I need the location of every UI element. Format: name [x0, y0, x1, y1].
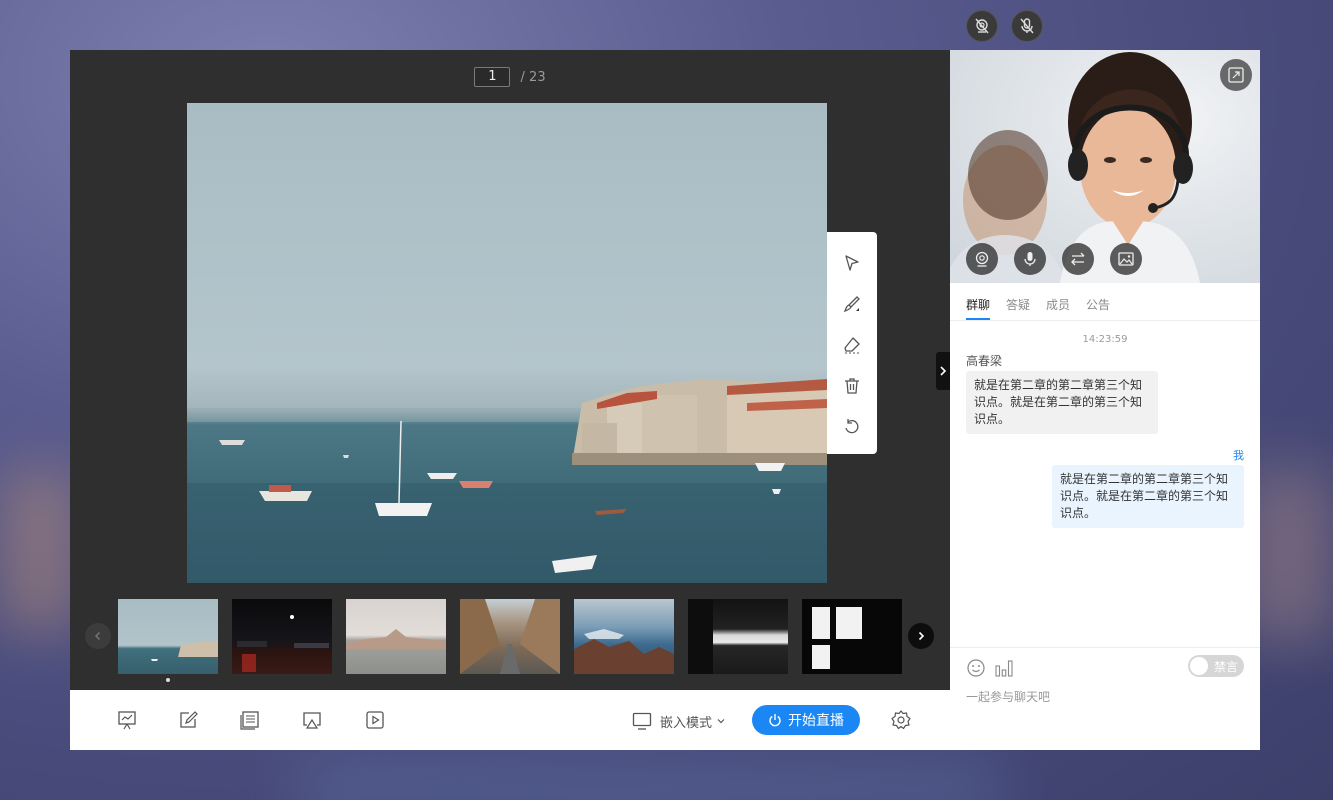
undo-tool-button[interactable]	[827, 406, 877, 447]
document-icon	[240, 711, 259, 730]
dark-room-thumbnail	[688, 599, 713, 674]
village-street-thumbnail	[460, 599, 560, 674]
thumbnail-next-button[interactable]	[908, 623, 934, 649]
microphone-toggle-button[interactable]	[1014, 243, 1046, 275]
thumbnail-item[interactable]	[118, 599, 218, 674]
mode-selector[interactable]: 嵌入模式	[632, 710, 726, 732]
power-icon	[769, 714, 781, 727]
chevron-right-icon	[918, 631, 925, 641]
camera-toggle-button[interactable]	[966, 243, 998, 275]
presentation-stage: 1 / 23	[70, 50, 950, 690]
monitor-icon	[632, 712, 652, 730]
undo-icon	[845, 418, 859, 433]
presentation-icon	[118, 711, 136, 730]
active-tab-indicator	[966, 318, 990, 320]
chat-message-input[interactable]: 一起参与聊天吧	[966, 688, 1050, 705]
video-feed	[950, 52, 1200, 283]
thumbnail-item[interactable]	[574, 599, 674, 674]
mute-all-toggle[interactable]: 禁言	[1188, 655, 1244, 677]
incoming-message-bubble: 就是在第二章的第二章第三个知识点。就是在第二章的第三个知识点。	[966, 371, 1158, 434]
mute-label: 禁言	[1214, 659, 1239, 674]
pointer-icon	[845, 254, 859, 271]
chevron-down-icon	[717, 719, 725, 724]
page-total: / 23	[520, 69, 546, 85]
camera-off-icon	[975, 18, 989, 34]
thumbnail-item[interactable]	[346, 599, 446, 674]
night-street-thumbnail	[237, 615, 329, 672]
page-number-input[interactable]: 1	[474, 67, 511, 87]
brush-icon	[843, 295, 860, 312]
presentation-button[interactable]	[115, 708, 139, 732]
switch-icon	[1071, 252, 1085, 266]
whiteboard-button[interactable]	[176, 708, 200, 732]
page-indicator: 1 / 23	[70, 67, 950, 87]
expand-icon	[1228, 67, 1244, 83]
video-play-icon	[366, 711, 384, 729]
chat-tabs: 群聊 答疑 成员 公告	[950, 283, 1260, 321]
microphone-icon	[1024, 252, 1036, 266]
own-message-sender: 我	[1233, 449, 1244, 462]
trash-icon	[845, 377, 859, 394]
chat-input-area: 禁言 一起参与聊天吧	[950, 647, 1260, 750]
gear-icon	[891, 710, 911, 730]
tab-group-chat[interactable]: 群聊	[966, 296, 990, 313]
start-live-button[interactable]: 开始直播	[752, 705, 860, 735]
harbor-thumbnail	[151, 642, 218, 661]
mode-label: 嵌入模式	[660, 715, 713, 731]
select-tool-button[interactable]	[827, 242, 877, 283]
city-thumbnail	[346, 629, 446, 649]
silhouette-thumbnail	[812, 607, 862, 674]
thumbnail-item[interactable]	[460, 599, 560, 674]
chevron-left-icon	[95, 632, 100, 640]
screen-share-button[interactable]	[300, 708, 324, 732]
harbor-photo	[187, 379, 827, 583]
thumbnail-item[interactable]	[232, 599, 332, 674]
delete-tool-button[interactable]	[827, 365, 877, 406]
document-button[interactable]	[238, 708, 262, 732]
slide-image	[187, 103, 827, 583]
tab-qa[interactable]: 答疑	[1006, 296, 1030, 313]
eraser-tool-button[interactable]	[827, 324, 877, 365]
thumbnail-item[interactable]	[802, 599, 902, 674]
edit-board-icon	[180, 711, 198, 728]
bottom-toolbar: 嵌入模式 开始直播	[70, 690, 950, 750]
toggle-knob	[1190, 657, 1208, 675]
thumbnail-prev-button[interactable]	[85, 623, 111, 649]
current-thumbnail-indicator	[166, 678, 170, 682]
emoji-button[interactable]	[966, 658, 986, 678]
outgoing-message-bubble: 就是在第二章的第二章第三个知识点。就是在第二章的第三个知识点。	[1052, 465, 1244, 528]
smiley-icon	[967, 659, 985, 677]
start-live-label: 开始直播	[788, 713, 844, 729]
screen-share-icon	[303, 712, 321, 729]
settings-button[interactable]	[889, 708, 913, 732]
video-play-button[interactable]	[363, 708, 387, 732]
chevron-right-icon	[940, 366, 947, 376]
eraser-icon	[844, 336, 860, 353]
switch-camera-button[interactable]	[1062, 243, 1094, 275]
stats-button[interactable]	[994, 658, 1014, 678]
pen-tool-button[interactable]	[827, 283, 877, 324]
slide-thumbnail-strip	[70, 598, 950, 690]
message-timestamp: 14:23:59	[1082, 334, 1128, 345]
video-expand-button[interactable]	[1220, 59, 1252, 91]
whiteboard-toolbox	[827, 232, 877, 454]
rocky-coast-thumbnail	[574, 629, 674, 674]
mic-off-button[interactable]	[1011, 10, 1043, 42]
snapshot-button[interactable]	[1110, 243, 1142, 275]
camera-off-button[interactable]	[966, 10, 998, 42]
panel-collapse-button[interactable]	[936, 352, 950, 390]
camera-icon	[975, 251, 989, 267]
tab-announcements[interactable]: 公告	[1086, 296, 1110, 313]
bar-chart-icon	[995, 660, 1013, 677]
image-icon	[1118, 252, 1134, 266]
side-panel: 群聊 答疑 成员 公告 14:23:59 高春梁 就是在第二章的第二章第三个知识…	[950, 50, 1260, 750]
message-sender: 高春梁	[966, 354, 1003, 368]
mic-off-icon	[1020, 18, 1034, 34]
thumbnail-item[interactable]	[688, 599, 788, 674]
teacher-video	[950, 50, 1260, 283]
tab-members[interactable]: 成员	[1046, 296, 1070, 313]
